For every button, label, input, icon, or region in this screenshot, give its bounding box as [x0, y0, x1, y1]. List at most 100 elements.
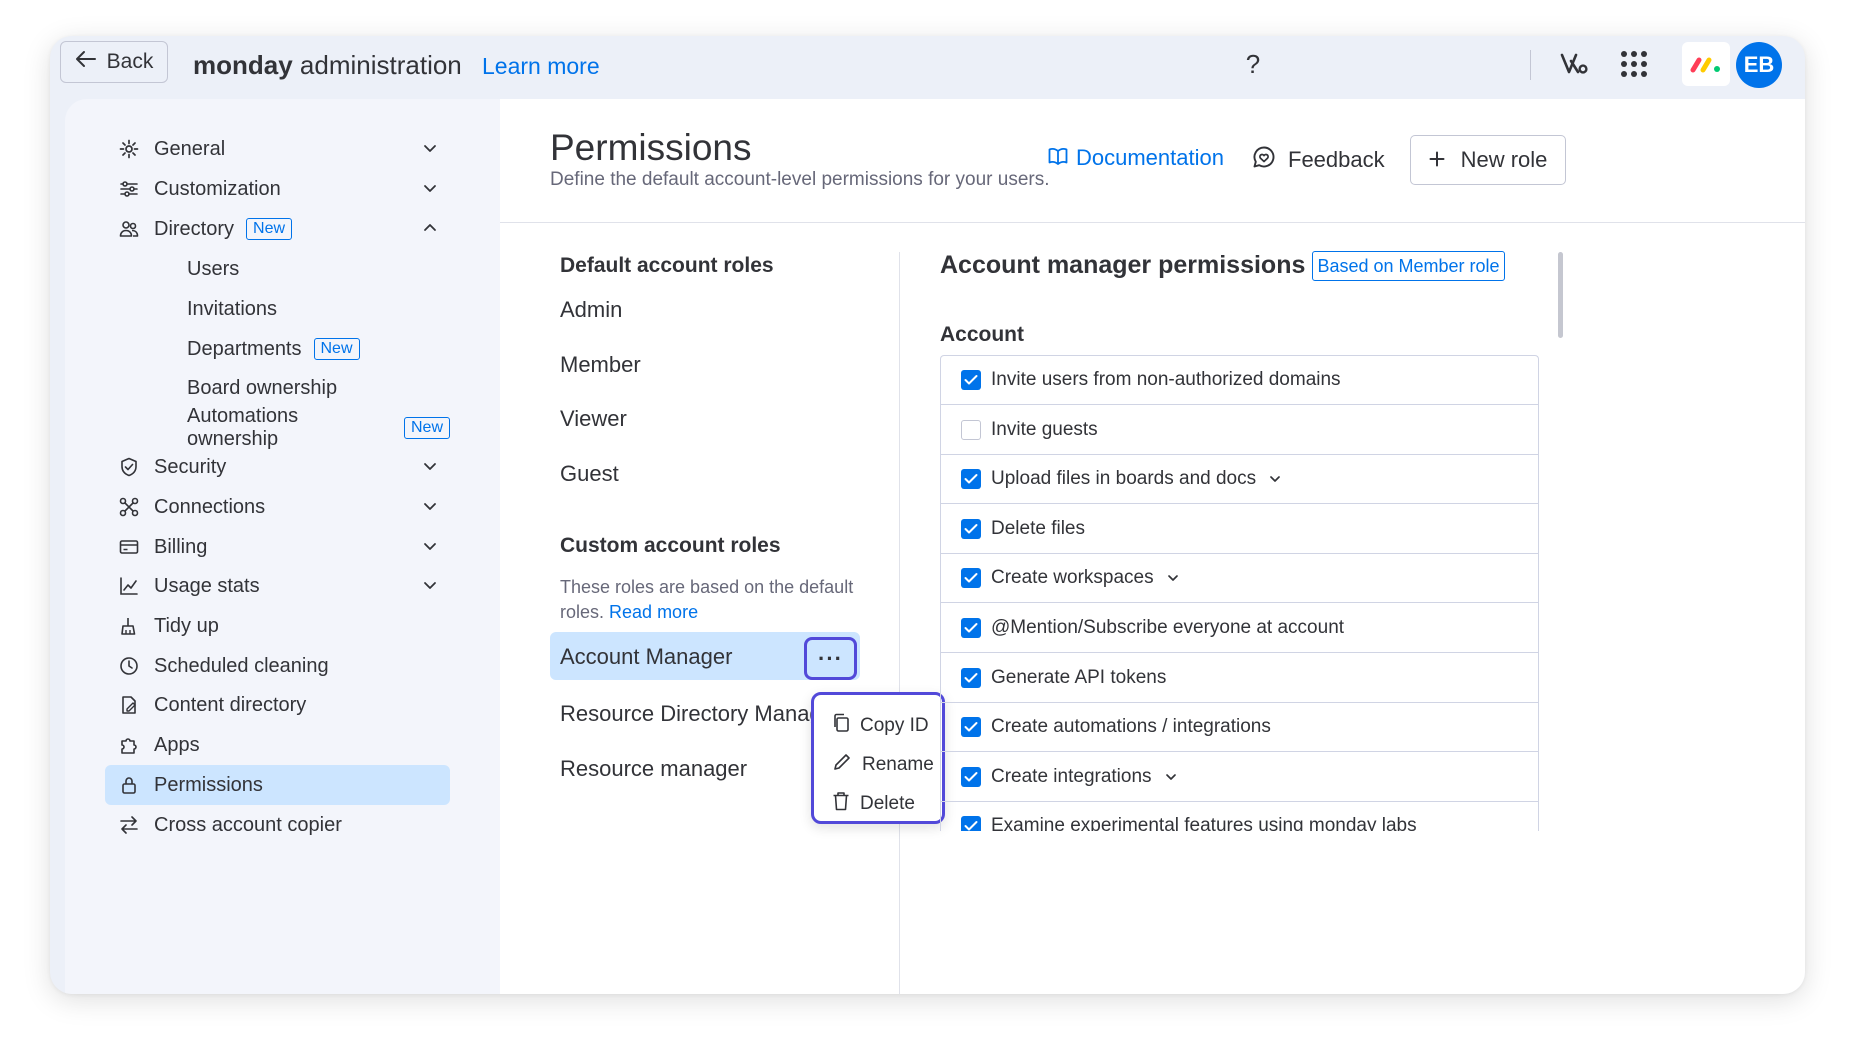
- sidebar-item-billing[interactable]: Billing: [105, 527, 450, 567]
- role-item-admin[interactable]: Admin: [560, 297, 622, 323]
- permission-row: Generate API tokens: [941, 654, 1538, 703]
- permission-row: Delete files: [941, 505, 1538, 554]
- permission-row: Create integrations: [941, 753, 1538, 802]
- new-badge: New: [313, 338, 360, 360]
- chevron-down-icon[interactable]: [1268, 472, 1282, 486]
- chevron-down-icon: [422, 497, 438, 520]
- menu-item-rename[interactable]: Rename: [832, 752, 934, 778]
- menu-item-label: Copy ID: [860, 715, 929, 736]
- sidebar-item-board-ownership[interactable]: Board ownership: [105, 368, 450, 408]
- checkbox-checked[interactable]: [961, 767, 981, 787]
- feedback-button[interactable]: Feedback: [1252, 145, 1385, 175]
- sidebar-item-label: Directory: [154, 217, 235, 240]
- checkbox-checked[interactable]: [961, 618, 981, 638]
- sidebar-item-security[interactable]: Security: [105, 447, 450, 487]
- sidebar-item-departments[interactable]: Departments New: [105, 329, 450, 369]
- chevron-down-icon[interactable]: [1166, 571, 1180, 585]
- checkbox-checked[interactable]: [961, 717, 981, 737]
- checkbox-checked[interactable]: [961, 816, 981, 831]
- documentation-link[interactable]: Documentation: [1048, 145, 1224, 171]
- permission-label: @Mention/Subscribe everyone at account: [991, 617, 1345, 638]
- sidebar-item-connections[interactable]: Connections: [105, 487, 450, 527]
- content-icon: [118, 694, 140, 716]
- default-roles-heading: Default account roles: [560, 254, 774, 277]
- sidebar-item-label: Customization: [154, 177, 281, 200]
- connections-icon: [118, 496, 140, 518]
- learn-more-link[interactable]: Learn more: [482, 53, 600, 80]
- checkbox-checked[interactable]: [961, 668, 981, 688]
- shield-icon: [118, 456, 140, 478]
- checkbox-checked[interactable]: [961, 370, 981, 390]
- trash-icon: [832, 791, 850, 817]
- menu-item-delete[interactable]: Delete: [832, 791, 915, 817]
- role-item-resource-directory-manager[interactable]: Resource Directory Manager: [560, 701, 841, 727]
- monday-logo-icon[interactable]: [1682, 42, 1730, 86]
- checkbox-unchecked[interactable]: [961, 420, 981, 440]
- scrollbar[interactable]: [1558, 252, 1563, 338]
- admin-window: Back monday administration Learn more ? …: [50, 36, 1805, 994]
- permission-label: Invite guests: [991, 419, 1098, 440]
- menu-item-copy-id[interactable]: Copy ID: [832, 713, 929, 739]
- sidebar-item-tidy-up[interactable]: Tidy up: [105, 606, 450, 646]
- sidebar-item-directory[interactable]: Directory New: [105, 209, 450, 249]
- permissions-title: Account manager permissions: [940, 251, 1306, 279]
- sidebar-item-scheduled-cleaning[interactable]: Scheduled cleaning: [105, 646, 450, 686]
- account-section-heading: Account: [940, 323, 1024, 346]
- checkbox-checked[interactable]: [961, 568, 981, 588]
- chevron-up-icon: [422, 219, 438, 242]
- role-item-guest[interactable]: Guest: [560, 461, 619, 487]
- sidebar-item-content-directory[interactable]: Content directory: [105, 685, 450, 725]
- permission-label: Create automations / integrations: [991, 716, 1271, 737]
- menu-item-label: Rename: [862, 754, 934, 775]
- checkbox-checked[interactable]: [961, 469, 981, 489]
- sidebar-item-label: Cross account copier: [154, 813, 342, 836]
- permission-label: Invite users from non-authorized domains: [991, 369, 1341, 390]
- permission-row: Create workspaces: [941, 554, 1538, 603]
- app-title: monday administration: [193, 50, 462, 80]
- role-item-member[interactable]: Member: [560, 352, 641, 378]
- plus-icon: [1429, 147, 1445, 173]
- sidebar-item-cross-account-copier[interactable]: Cross account copier: [105, 805, 450, 845]
- role-item-resource-manager[interactable]: Resource manager: [560, 756, 747, 782]
- new-role-button[interactable]: New role: [1410, 135, 1566, 185]
- read-more-link[interactable]: Read more: [609, 602, 698, 622]
- custom-roles-description: These roles are based on the default rol…: [560, 577, 854, 622]
- sidebar-item-label: Scheduled cleaning: [154, 654, 329, 677]
- permission-label: Create integrations: [991, 766, 1152, 787]
- permission-label: Create workspaces: [991, 567, 1154, 588]
- sidebar-item-general[interactable]: General: [105, 129, 450, 169]
- back-button[interactable]: Back: [60, 41, 168, 83]
- role-item-viewer[interactable]: Viewer: [560, 406, 627, 432]
- role-label: Account Manager: [560, 644, 733, 669]
- permission-label: Delete files: [991, 518, 1085, 539]
- sidebar-item-permissions[interactable]: Permissions: [105, 765, 450, 805]
- sidebar-item-label: General: [154, 137, 226, 160]
- checkbox-checked[interactable]: [961, 519, 981, 539]
- header-divider: [500, 222, 1805, 223]
- permission-row: Invite users from non-authorized domains: [941, 356, 1538, 405]
- sidebar-item-invitations[interactable]: Invitations: [105, 289, 450, 329]
- pencil-icon: [832, 752, 852, 778]
- chevron-down-icon: [422, 576, 438, 599]
- feedback-label: Feedback: [1288, 147, 1385, 172]
- sidebar-item-usage-stats[interactable]: Usage stats: [105, 566, 450, 606]
- clock-icon: [118, 655, 140, 677]
- sidebar-item-label: Tidy up: [154, 614, 219, 637]
- sidebar-item-apps[interactable]: Apps: [105, 725, 450, 765]
- new-role-label: New role: [1460, 147, 1548, 172]
- sidebar-item-users[interactable]: Users: [105, 249, 450, 289]
- top-bar: Back monday administration Learn more ? …: [50, 36, 1805, 98]
- help-icon[interactable]: ?: [1233, 44, 1273, 84]
- user-avatar[interactable]: EB: [1736, 42, 1782, 88]
- more-options-button[interactable]: ···: [804, 637, 857, 680]
- apps-grid-icon[interactable]: [1614, 44, 1654, 84]
- menu-item-label: Delete: [860, 793, 915, 814]
- permissions-list: Invite users from non-authorized domains…: [940, 355, 1539, 831]
- vibe-icon[interactable]: [1554, 44, 1594, 84]
- new-badge: New: [403, 417, 450, 439]
- gear-icon: [118, 138, 140, 160]
- sidebar-item-automations-ownership[interactable]: Automations ownership New: [105, 405, 450, 450]
- sidebar-item-customization[interactable]: Customization: [105, 169, 450, 209]
- based-on-badge: Based on Member role: [1312, 251, 1505, 281]
- chevron-down-icon[interactable]: [1164, 770, 1178, 784]
